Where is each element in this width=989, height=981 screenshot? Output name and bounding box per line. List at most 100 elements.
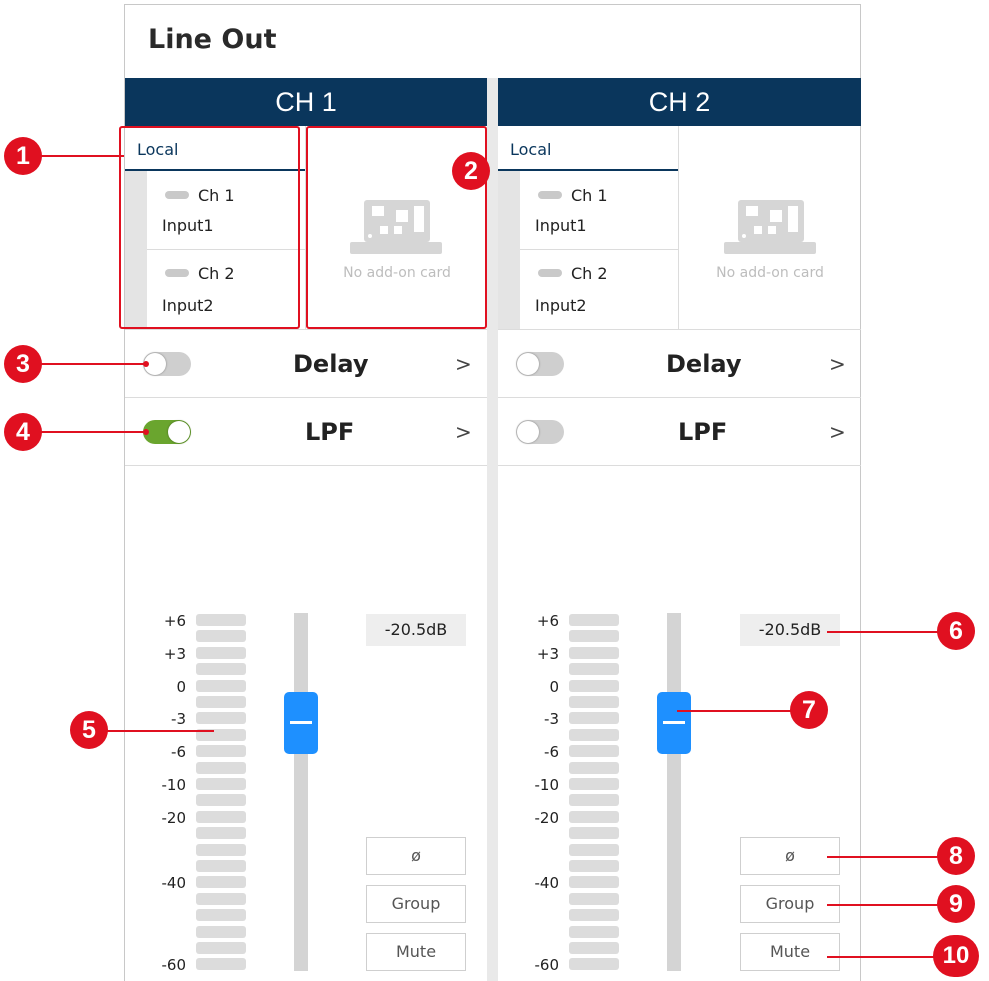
- chevron-right-icon[interactable]: >: [455, 352, 472, 376]
- local-label: Local: [510, 140, 552, 159]
- mute-button[interactable]: Mute: [740, 933, 840, 971]
- callout-dot: [143, 429, 149, 435]
- meter-segment: [569, 876, 619, 888]
- meter-segment: [196, 827, 246, 839]
- meter-scale-label: -20: [161, 809, 187, 827]
- meter-segment: [196, 696, 246, 708]
- callout-1: 1: [4, 137, 42, 175]
- meter-segment: [196, 893, 246, 905]
- lpf-toggle[interactable]: [516, 420, 564, 444]
- mute-button[interactable]: Mute: [366, 933, 466, 971]
- meter-scale-label: +6: [163, 612, 186, 630]
- meter-segment: [569, 712, 619, 724]
- chevron-right-icon[interactable]: >: [829, 352, 846, 376]
- meter-scale-label: -3: [544, 710, 559, 728]
- meter-segment: [569, 794, 619, 806]
- phase-invert-button[interactable]: ø: [366, 837, 466, 875]
- meter-scale-label: +6: [536, 612, 559, 630]
- delay-row-ch2[interactable]: Delay >: [498, 330, 861, 398]
- callout-line: [38, 431, 146, 433]
- meter-scale-label: -3: [171, 710, 186, 728]
- no-addon-card-text: No add-on card: [716, 265, 824, 281]
- meter-scale-label: -10: [534, 776, 560, 794]
- fader-mark: [663, 721, 685, 724]
- meter-segment: [196, 778, 246, 790]
- meter-segment: [569, 630, 619, 642]
- callout-10: 10: [933, 935, 979, 977]
- lpf-toggle[interactable]: [143, 420, 191, 444]
- meter-scale-label: -20: [534, 809, 560, 827]
- meter-segment: [569, 926, 619, 938]
- meter-segment: [569, 663, 619, 675]
- meter-segment: [569, 729, 619, 741]
- channel-divider: [487, 78, 498, 981]
- callout-dot: [143, 361, 149, 367]
- meter-segment: [569, 942, 619, 954]
- meter-segment: [569, 811, 619, 823]
- meter-segment: [569, 893, 619, 905]
- delay-toggle[interactable]: [143, 352, 191, 376]
- callout-7: 7: [790, 691, 828, 729]
- meter-scale-label: -60: [534, 956, 560, 974]
- lpf-row-ch1[interactable]: LPF >: [125, 398, 487, 466]
- meter-segment: [196, 860, 246, 872]
- meter-segment: [569, 909, 619, 921]
- fader-handle[interactable]: [284, 692, 318, 754]
- delay-row-ch1[interactable]: Delay >: [125, 330, 487, 398]
- meter-segment: [569, 844, 619, 856]
- meter-scale-label: -10: [161, 776, 187, 794]
- input-channel-label: Ch 2: [571, 264, 608, 283]
- lpf-row-ch2[interactable]: LPF >: [498, 398, 861, 466]
- callout-line: [827, 956, 935, 958]
- callout-line: [827, 631, 939, 633]
- addon-card-icon: [724, 200, 816, 254]
- fader-handle[interactable]: [657, 692, 691, 754]
- meter-scale-label: -6: [171, 743, 186, 761]
- phase-invert-button[interactable]: ø: [740, 837, 840, 875]
- group-button[interactable]: Group: [366, 885, 466, 923]
- meter-segment: [196, 844, 246, 856]
- chevron-right-icon[interactable]: >: [829, 420, 846, 444]
- meter-segment: [196, 663, 246, 675]
- meter-segment: [569, 696, 619, 708]
- meter-segment: [569, 745, 619, 757]
- callout-5: 5: [70, 711, 108, 749]
- group-button[interactable]: Group: [740, 885, 840, 923]
- callout-2: 2: [452, 152, 490, 190]
- input-separator: [520, 249, 678, 250]
- meter-segment: [569, 762, 619, 774]
- db-readout: -20.5dB: [740, 614, 840, 646]
- fader-track[interactable]: [667, 613, 681, 971]
- annotation-box-inputs: [119, 126, 300, 329]
- signal-led-icon: [538, 269, 562, 277]
- toggle-knob: [168, 421, 190, 443]
- local-tab-underline: [498, 169, 678, 171]
- signal-led-icon: [538, 191, 562, 199]
- meter-scale-label: -6: [544, 743, 559, 761]
- meter-scale-label: 0: [176, 678, 186, 696]
- meter-segment: [196, 762, 246, 774]
- callout-line: [827, 856, 939, 858]
- callout-8: 8: [937, 837, 975, 875]
- meter-scale-label: +3: [163, 645, 186, 663]
- delay-toggle[interactable]: [516, 352, 564, 376]
- meter-scale-label: +3: [536, 645, 559, 663]
- toggle-knob: [517, 421, 539, 443]
- meter-segment: [196, 630, 246, 642]
- fader-track[interactable]: [294, 613, 308, 971]
- callout-3: 3: [4, 345, 42, 383]
- input-list-strip: [498, 171, 520, 329]
- meter-segment: [569, 680, 619, 692]
- delay-label: Delay: [666, 350, 742, 378]
- delay-label: Delay: [293, 350, 369, 378]
- callout-line: [38, 155, 124, 157]
- meter-scale-label: -60: [161, 956, 187, 974]
- meter-segment: [569, 614, 619, 626]
- meter-segment: [196, 745, 246, 757]
- channel-header-ch2: CH 2: [498, 78, 861, 126]
- meter-segment: [569, 778, 619, 790]
- card-divider: [678, 126, 679, 330]
- chevron-right-icon[interactable]: >: [455, 420, 472, 444]
- meter-segment: [569, 860, 619, 872]
- meter-segment: [196, 909, 246, 921]
